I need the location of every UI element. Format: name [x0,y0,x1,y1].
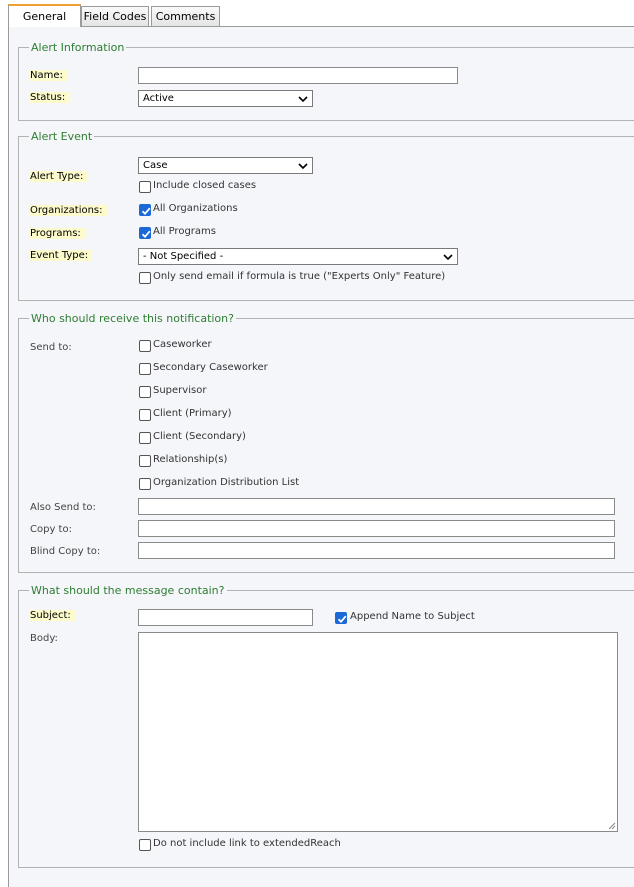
subject-label: Subject: [30,610,75,621]
relationships-checkbox[interactable] [139,455,151,467]
alert-type-label: Alert Type: [30,171,88,182]
relationships-label: Relationship(s) [153,454,228,465]
alert-information-legend: Alert Information [31,41,125,54]
status-label: Status: [30,92,70,103]
client-secondary-checkbox[interactable] [139,432,151,444]
programs-label: Programs: [30,228,85,239]
client-primary-checkbox[interactable] [139,409,151,421]
alert-type-selected-value: Case [143,160,168,171]
all-organizations-label: All Organizations [153,203,238,214]
copy-to-input[interactable] [138,520,615,537]
alert-type-select[interactable]: Case [138,157,313,174]
caseworker-checkbox[interactable] [139,340,151,352]
recipients-legend: Who should receive this notification? [31,312,234,325]
tab-general[interactable]: General [8,4,81,27]
secondary-caseworker-checkbox[interactable] [139,363,151,375]
blind-copy-to-label: Blind Copy to: [30,546,101,557]
secondary-caseworker-label: Secondary Caseworker [153,362,268,373]
supervisor-label: Supervisor [153,385,207,396]
message-legend: What should the message contain? [31,584,225,597]
chevron-down-icon [443,254,453,261]
event-type-select[interactable]: - Not Specified - [138,248,458,265]
status-select[interactable]: Active [138,90,313,107]
all-programs-label: All Programs [153,226,216,237]
event-type-label: Event Type: [30,250,93,261]
send-to-label: Send to: [30,342,72,353]
client-secondary-label: Client (Secondary) [153,431,246,442]
body-label: Body: [30,633,58,644]
no-link-label: Do not include link to extendedReach [153,838,341,849]
blind-copy-to-input[interactable] [138,542,615,559]
checkmark-icon [141,230,151,239]
append-name-label: Append Name to Subject [350,611,475,622]
name-label: Name: [30,70,67,81]
all-organizations-checkbox[interactable] [139,204,151,216]
caseworker-label: Caseworker [153,339,212,350]
formula-label: Only send email if formula is true ("Exp… [153,271,446,282]
append-name-checkbox[interactable] [335,612,347,624]
tab-strip: General Field Codes Comments [0,0,634,27]
name-input[interactable] [138,67,458,84]
organization-distribution-list-label: Organization Distribution List [153,477,300,488]
organizations-label: Organizations: [30,205,107,216]
client-primary-label: Client (Primary) [153,408,232,419]
formula-checkbox[interactable] [139,272,151,284]
include-closed-checkbox[interactable] [139,181,151,193]
include-closed-label: Include closed cases [153,180,257,191]
also-send-to-input[interactable] [138,498,615,515]
supervisor-checkbox[interactable] [139,386,151,398]
chevron-down-icon [298,163,308,170]
alert-event-legend: Alert Event [31,130,93,143]
all-programs-checkbox[interactable] [139,227,151,239]
tab-comments[interactable]: Comments [151,6,220,26]
body-textarea[interactable] [138,632,618,832]
no-link-checkbox[interactable] [139,839,151,851]
event-type-selected-value: - Not Specified - [143,251,224,262]
resize-grip-icon[interactable] [608,822,616,830]
subject-input[interactable] [138,609,313,626]
copy-to-label: Copy to: [30,524,72,535]
tab-field-codes[interactable]: Field Codes [81,6,149,26]
also-send-to-label: Also Send to: [30,502,96,513]
checkmark-icon [141,207,151,216]
chevron-down-icon [298,96,308,103]
checkmark-icon [337,615,347,624]
status-selected-value: Active [143,93,174,104]
organization-distribution-list-checkbox[interactable] [139,478,151,490]
